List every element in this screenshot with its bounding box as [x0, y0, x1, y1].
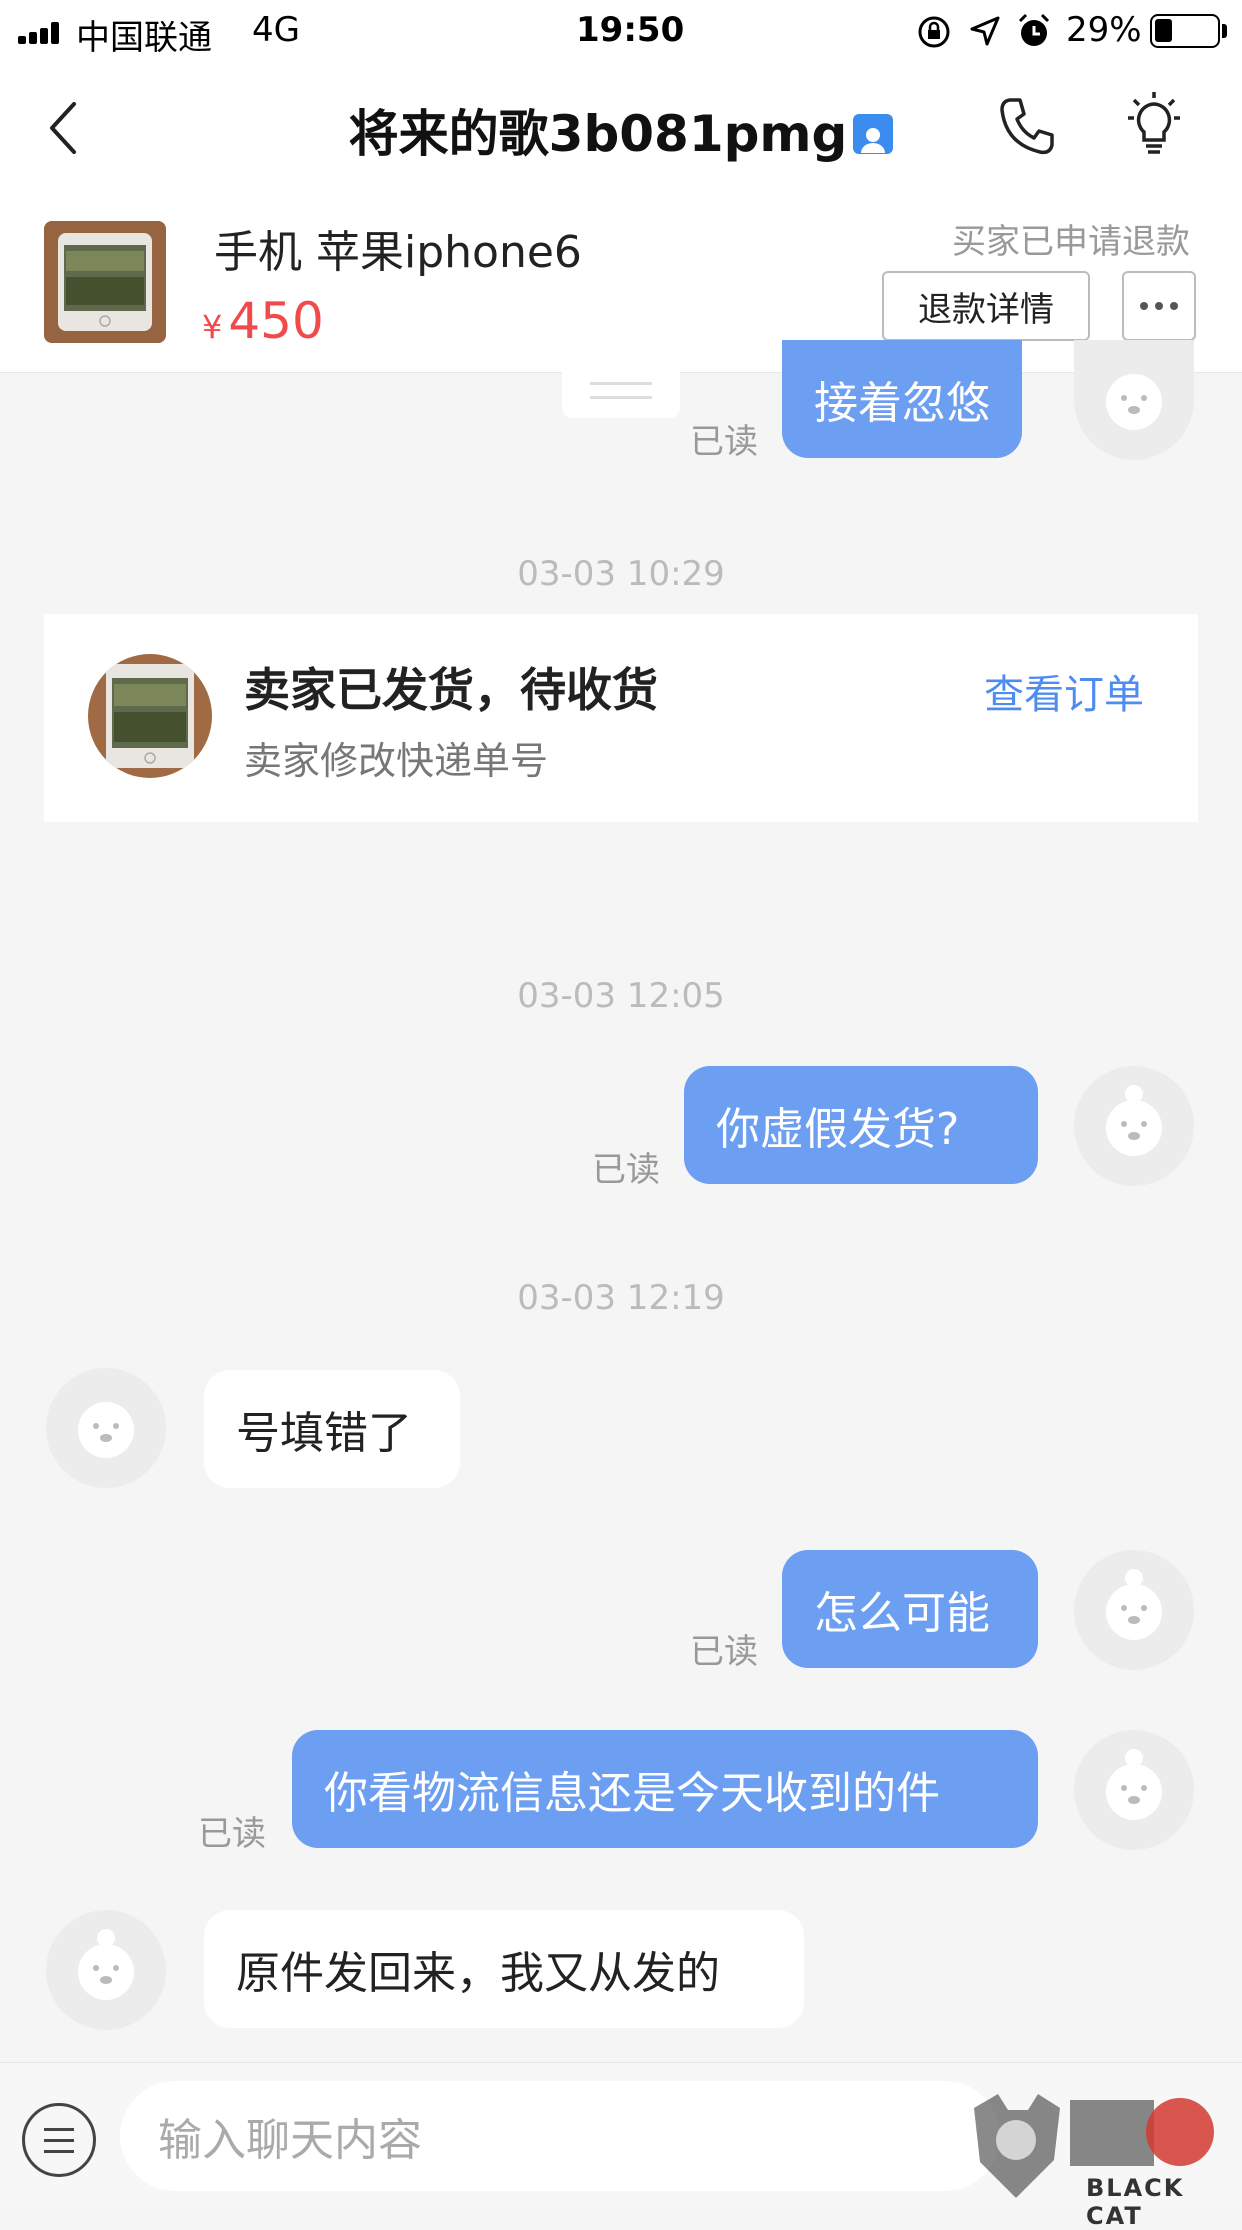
- black-cat-watermark: BLACK CAT: [968, 2090, 1238, 2230]
- partner-avatar[interactable]: [46, 1368, 166, 1488]
- refund-details-button[interactable]: 退款详情: [882, 271, 1090, 341]
- my-avatar[interactable]: [1074, 340, 1194, 460]
- read-receipt: 已读: [198, 1814, 266, 1854]
- chat-partner-name: 将来的歌3b081pmg: [348, 105, 848, 163]
- product-price: ¥450: [202, 292, 324, 350]
- read-receipt: 已读: [690, 1632, 758, 1672]
- read-receipt: 已读: [592, 1150, 660, 1190]
- message-bubble-outgoing[interactable]: 你看物流信息还是今天收到的件: [292, 1730, 1038, 1848]
- currency-symbol: ¥: [202, 308, 223, 346]
- battery-icon: [1150, 14, 1220, 48]
- battery-tip: [1222, 24, 1227, 38]
- price-value: 450: [228, 292, 324, 350]
- order-status-subtitle: 卖家修改快递单号: [244, 739, 549, 783]
- my-avatar[interactable]: [1074, 1730, 1194, 1850]
- my-avatar[interactable]: [1074, 1066, 1194, 1186]
- message-bubble-outgoing[interactable]: 你虚假发货?: [684, 1066, 1038, 1184]
- product-card[interactable]: 手机 苹果iphone6 ¥450 买家已申请退款 退款详情: [0, 188, 1242, 373]
- more-options-button[interactable]: [1122, 271, 1196, 341]
- battery-percent: 29%: [1066, 10, 1142, 50]
- message-bubble-incoming[interactable]: 号填错了: [204, 1370, 460, 1488]
- bear-avatar-icon: [78, 1402, 134, 1458]
- status-bar: 中国联通 4G 19:50 29%: [0, 0, 1242, 64]
- message-bubble-outgoing[interactable]: 怎么可能: [782, 1550, 1038, 1668]
- carrier-label: 中国联通: [76, 18, 212, 58]
- menu-icon[interactable]: [22, 2103, 96, 2177]
- verified-user-icon: [853, 113, 894, 154]
- message-input[interactable]: 输入聊天内容: [120, 2081, 1000, 2191]
- phone-icon[interactable]: [996, 94, 1056, 158]
- lightbulb-icon[interactable]: [1120, 90, 1188, 160]
- bear-avatar-icon: [1106, 1569, 1162, 1640]
- watermark-text: BLACK CAT: [1086, 2174, 1185, 2230]
- view-order-link[interactable]: 查看订单: [984, 662, 1144, 720]
- message-bubble-incoming[interactable]: 原件发回来，我又从发的: [204, 1910, 804, 2028]
- nav-bar: 将来的歌3b081pmg: [0, 64, 1242, 188]
- order-status-card[interactable]: 卖家已发货，待收货 卖家修改快递单号 查看订单: [44, 614, 1198, 822]
- partner-avatar[interactable]: [46, 1910, 166, 2030]
- bear-avatar-icon: [1106, 1085, 1162, 1156]
- partial-card: [562, 372, 680, 418]
- timestamp: 03-03 12:05: [517, 976, 725, 1016]
- order-thumbnail: [88, 654, 212, 778]
- read-receipt: 已读: [690, 422, 758, 462]
- network-label: 4G: [252, 10, 300, 50]
- my-avatar[interactable]: [1074, 1550, 1194, 1670]
- clock: 19:50: [576, 10, 685, 50]
- bear-avatar-icon: [78, 1929, 134, 2000]
- refund-status: 买家已申请退款: [952, 222, 1190, 262]
- bear-avatar-icon: [1106, 374, 1162, 430]
- orientation-lock-icon: [918, 16, 950, 48]
- product-name: 手机 苹果iphone6: [214, 227, 582, 278]
- bear-avatar-icon: [1106, 1749, 1162, 1820]
- location-icon: [970, 16, 1000, 46]
- timestamp: 03-03 10:29: [517, 554, 725, 594]
- message-bubble-outgoing[interactable]: 接着忽悠: [782, 340, 1022, 458]
- order-status-title: 卖家已发货，待收货: [244, 663, 658, 717]
- signal-icon: [18, 22, 66, 44]
- alarm-icon: [1018, 13, 1050, 46]
- timestamp: 03-03 12:19: [517, 1278, 725, 1318]
- product-thumbnail[interactable]: [44, 221, 166, 343]
